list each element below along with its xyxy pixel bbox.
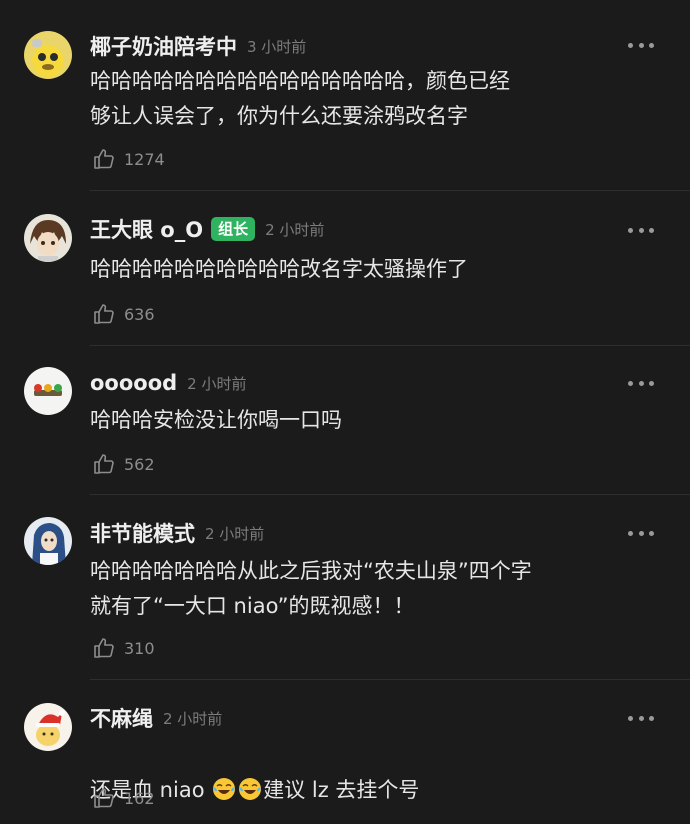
more-options-icon[interactable] (628, 42, 654, 48)
timestamp: 2 小时前 (265, 220, 325, 239)
more-options-icon[interactable] (628, 715, 654, 721)
avatar[interactable] (24, 31, 72, 79)
thumbs-up-icon (94, 638, 114, 658)
like-button[interactable]: 562 (92, 451, 155, 477)
divider (90, 345, 690, 346)
avatar[interactable] (24, 214, 72, 262)
avatar[interactable] (24, 367, 72, 415)
name-row: 不麻绳 2 小时前 (90, 703, 222, 733)
comment-text: 还是血 niao 建议 lz 去挂个号 (90, 738, 666, 808)
username[interactable]: 非节能模式 (90, 518, 195, 548)
like-button[interactable]: 636 (92, 301, 155, 327)
thumbs-up-icon (94, 304, 114, 324)
divider (90, 190, 690, 191)
thumbs-up-icon (94, 788, 114, 808)
username[interactable]: oooood (90, 371, 177, 395)
more-options-icon[interactable] (628, 227, 654, 233)
more-options-icon[interactable] (628, 530, 654, 536)
comment-text-part: 建议 lz 去挂个号 (263, 778, 420, 802)
comment-text: 哈哈哈哈哈哈哈哈哈哈改名字太骚操作了 (90, 257, 468, 281)
divider (90, 494, 690, 495)
like-count: 562 (124, 454, 155, 474)
like-count: 310 (124, 638, 155, 658)
timestamp: 2 小时前 (187, 374, 247, 393)
like-button[interactable]: 162 (92, 785, 155, 811)
comment-text: 哈哈哈哈哈哈哈哈哈哈哈哈哈哈哈，颜色已经 够让人误会了，你为什么还要涂鸦改名字 (90, 69, 510, 128)
username[interactable]: 王大眼 o_O (90, 214, 203, 244)
more-options-icon[interactable] (628, 380, 654, 386)
role-badge: 组长 (211, 217, 256, 241)
timestamp: 2 小时前 (163, 709, 223, 728)
timestamp: 2 小时前 (205, 524, 265, 543)
like-count: 162 (124, 788, 155, 808)
comment-text: 哈哈哈安检没让你喝一口吗 (90, 408, 342, 432)
divider (90, 679, 690, 680)
thumbs-up-icon (94, 149, 114, 169)
avatar[interactable] (24, 703, 72, 751)
name-row: 王大眼 o_O 组长 2 小时前 (90, 214, 324, 244)
username[interactable]: 不麻绳 (90, 703, 153, 733)
like-button[interactable]: 1274 (92, 146, 165, 172)
name-row: 非节能模式 2 小时前 (90, 518, 264, 548)
avatar[interactable] (24, 517, 72, 565)
tears-of-joy-icon (213, 778, 236, 800)
like-count: 636 (124, 304, 155, 324)
like-button[interactable]: 310 (92, 635, 155, 661)
thumbs-up-icon (94, 454, 114, 474)
comment-text: 哈哈哈哈哈哈哈从此之后我对“农夫山泉”四个字 就有了“一大口 niao”的既视感… (90, 559, 532, 618)
tears-of-joy-icon (239, 778, 262, 800)
name-row: oooood 2 小时前 (90, 368, 246, 398)
timestamp: 3 小时前 (247, 37, 307, 56)
like-count: 1274 (124, 149, 165, 169)
name-row: 椰子奶油陪考中 3 小时前 (90, 31, 306, 61)
username[interactable]: 椰子奶油陪考中 (90, 31, 237, 61)
